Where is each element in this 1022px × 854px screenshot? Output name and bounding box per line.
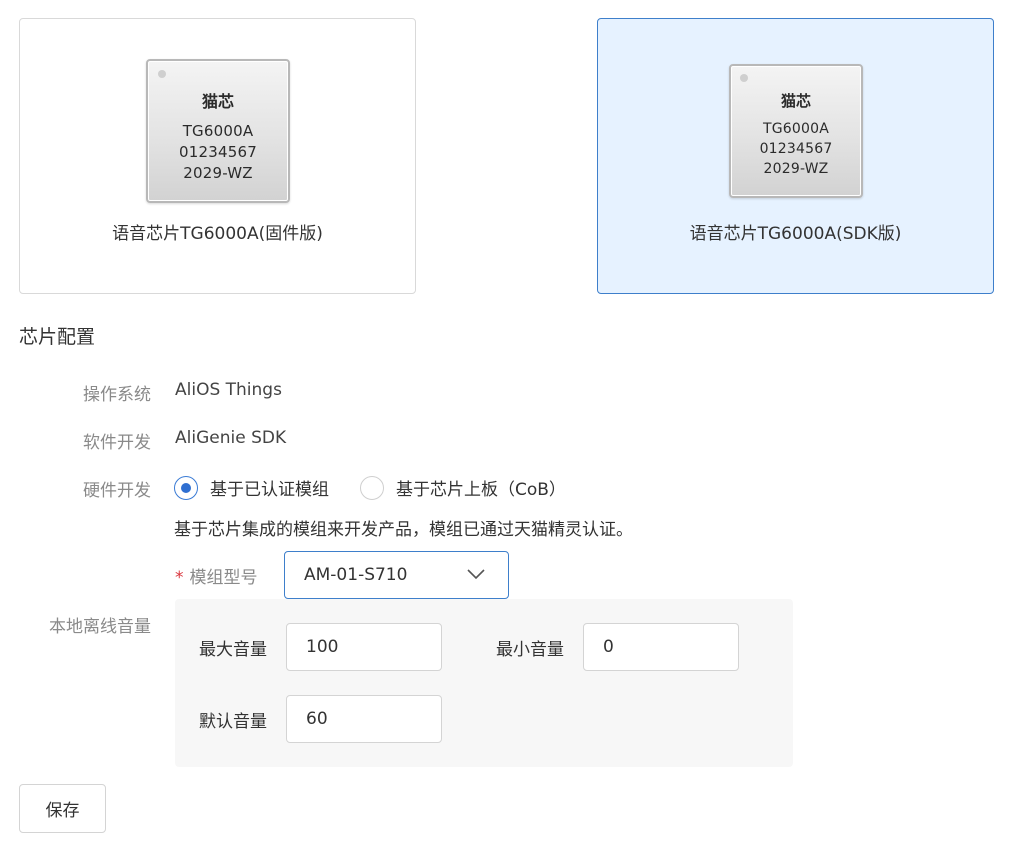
module-select-value: AM-01-S710: [304, 565, 408, 585]
chip-card-firmware[interactable]: 猫芯 TG6000A 01234567 2029-WZ 语音芯片TG6000A(…: [19, 18, 416, 294]
save-button[interactable]: 保存: [19, 784, 106, 833]
max-volume-label: 最大音量: [199, 640, 267, 660]
os-value: AliOS Things: [175, 380, 282, 400]
chip-card-title: 语音芯片TG6000A(SDK版): [689, 224, 902, 244]
radio-checked-indicator[interactable]: [174, 475, 198, 500]
default-volume-label: 默认音量: [199, 712, 267, 732]
chip-pin-dot: [158, 70, 166, 78]
hardware-hint: 基于芯片集成的模组来开发产品，模组已通过天猫精灵认证。: [174, 520, 633, 540]
radio-label: 基于芯片上板（CoB）: [396, 480, 566, 500]
volume-label: 本地离线音量: [49, 617, 151, 637]
radio-label: 基于已认证模组: [210, 480, 329, 500]
min-volume-input[interactable]: [583, 623, 739, 671]
chip-brand: 猫芯: [201, 92, 234, 111]
chip-code: 2029-WZ: [763, 161, 829, 177]
chip-serial: 01234567: [179, 143, 257, 161]
chip-serial: 01234567: [759, 141, 833, 157]
default-volume-input[interactable]: [286, 695, 442, 743]
chevron-down-icon: [467, 569, 485, 580]
section-title: 芯片配置: [19, 326, 96, 348]
radio-certified-module[interactable]: 基于已认证模组: [174, 475, 329, 500]
radio-unchecked-indicator[interactable]: [360, 475, 384, 500]
chip-model: TG6000A: [182, 122, 254, 140]
chip-image: 猫芯 TG6000A 01234567 2029-WZ: [729, 64, 863, 198]
chip-brand: 猫芯: [780, 92, 811, 110]
chip-code: 2029-WZ: [183, 164, 253, 182]
volume-panel: 最大音量 最小音量 默认音量: [175, 599, 793, 767]
chip-card-sdk[interactable]: 猫芯 TG6000A 01234567 2029-WZ 语音芯片TG6000A(…: [597, 18, 994, 294]
chip-pin-dot: [740, 74, 748, 82]
module-select[interactable]: AM-01-S710: [284, 551, 509, 599]
software-label: 软件开发: [83, 433, 151, 453]
max-volume-input[interactable]: [286, 623, 442, 671]
module-label: * 模组型号: [175, 563, 258, 588]
os-label: 操作系统: [83, 385, 151, 405]
radio-chip-on-board[interactable]: 基于芯片上板（CoB）: [360, 475, 566, 500]
module-label-text: 模组型号: [189, 568, 258, 588]
chip-image: 猫芯 TG6000A 01234567 2029-WZ: [146, 59, 290, 203]
hardware-label: 硬件开发: [83, 481, 151, 501]
min-volume-label: 最小音量: [496, 640, 564, 660]
chip-card-title: 语音芯片TG6000A(固件版): [112, 224, 323, 244]
required-mark: *: [175, 568, 184, 588]
software-value: AliGenie SDK: [175, 428, 287, 448]
chip-model: TG6000A: [762, 121, 829, 137]
